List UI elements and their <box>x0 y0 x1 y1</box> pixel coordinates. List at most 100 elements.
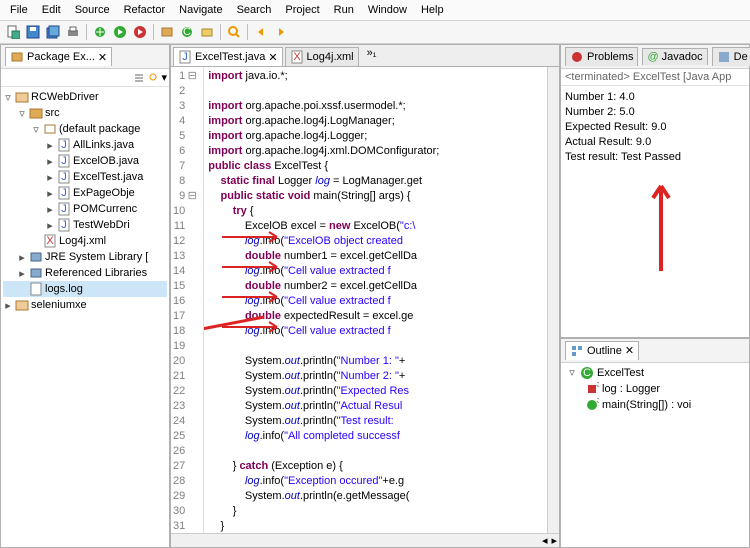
menu-bar: File Edit Source Refactor Navigate Searc… <box>0 0 750 21</box>
run-button[interactable] <box>111 23 129 41</box>
run-ext-button[interactable] <box>131 23 149 41</box>
outline-field[interactable]: SFlog : Logger <box>563 381 747 397</box>
outline-tab[interactable]: Outline ✕ <box>565 341 639 360</box>
line-gutter: 1⊟23456789⊟10111213141516171819202122232… <box>171 67 204 533</box>
file-icon <box>29 282 43 296</box>
src-folder[interactable]: ▿src <box>3 105 167 121</box>
java-icon: J <box>57 218 71 232</box>
editor-tab-exceltest[interactable]: J ExcelTest.java ✕ <box>173 47 283 66</box>
class-icon: C <box>580 366 594 380</box>
project-node[interactable]: ▸seleniumxe <box>3 297 167 313</box>
problems-tab[interactable]: Problems <box>565 47 638 66</box>
console-line: Expected Result: 9.0 <box>565 120 745 135</box>
debug-button[interactable] <box>91 23 109 41</box>
package-explorer-label: Package Ex... <box>27 51 95 63</box>
new-class-button[interactable]: C <box>178 23 196 41</box>
package-explorer-tab[interactable]: Package Ex... ✕ <box>5 47 112 66</box>
svg-text:X: X <box>46 235 54 247</box>
library-icon <box>29 266 43 280</box>
menu-navigate[interactable]: Navigate <box>173 2 228 18</box>
console-panel: Problems @Javadoc De <terminated> ExcelT… <box>560 44 750 338</box>
new-package-button[interactable] <box>158 23 176 41</box>
java-file[interactable]: ▸JTestWebDri <box>3 217 167 233</box>
search-button[interactable] <box>225 23 243 41</box>
svg-text:SF: SF <box>596 382 599 390</box>
open-type-button[interactable] <box>198 23 216 41</box>
package-icon <box>43 122 57 136</box>
menu-window[interactable]: Window <box>362 2 413 18</box>
menu-file[interactable]: File <box>4 2 34 18</box>
jre-library[interactable]: ▸JRE System Library [ <box>3 249 167 265</box>
close-icon[interactable]: ✕ <box>625 344 634 357</box>
java-icon: J <box>57 154 71 168</box>
link-editor-button[interactable] <box>147 71 159 84</box>
java-file[interactable]: ▸JExcelOB.java <box>3 153 167 169</box>
console-line: Actual Result: 9.0 <box>565 135 745 150</box>
java-icon: J <box>57 186 71 200</box>
editor-tab-log4j[interactable]: X Log4j.xml <box>285 47 359 66</box>
horizontal-scrollbar[interactable]: ◂▸ <box>171 533 559 547</box>
console-line: Number 1: 4.0 <box>565 90 745 105</box>
project-icon <box>15 298 29 312</box>
svg-text:J: J <box>61 187 67 199</box>
logs-file[interactable]: logs.log <box>3 281 167 297</box>
menu-help[interactable]: Help <box>415 2 450 18</box>
menu-edit[interactable]: Edit <box>36 2 67 18</box>
nav-back-button[interactable] <box>252 23 270 41</box>
right-column: Problems @Javadoc De <terminated> ExcelT… <box>560 44 750 548</box>
print-button[interactable] <box>64 23 82 41</box>
console-status: <terminated> ExcelTest [Java App <box>561 69 749 86</box>
svg-text:C: C <box>583 367 591 379</box>
default-package[interactable]: ▿(default package <box>3 121 167 137</box>
java-icon: J <box>178 50 192 64</box>
svg-text:J: J <box>61 155 67 167</box>
save-button[interactable] <box>24 23 42 41</box>
field-icon: SF <box>585 382 599 396</box>
workspace: Package Ex... ✕ ▾ ▿RCWebDriver ▿src ▿(de… <box>0 44 750 548</box>
xml-icon: X <box>43 234 57 248</box>
view-menu-button[interactable]: ▾ <box>161 71 167 84</box>
overview-ruler[interactable] <box>547 67 559 533</box>
javadoc-tab[interactable]: @Javadoc <box>642 48 707 65</box>
svg-text:J: J <box>61 139 67 151</box>
svg-text:J: J <box>182 51 188 63</box>
java-file[interactable]: ▸JPOMCurrenc <box>3 201 167 217</box>
menu-project[interactable]: Project <box>279 2 325 18</box>
outline-class[interactable]: ▿CExcelTest <box>563 365 747 381</box>
svg-text:J: J <box>61 171 67 183</box>
close-icon[interactable]: ✕ <box>98 51 107 64</box>
close-icon[interactable]: ✕ <box>268 51 277 64</box>
at-icon: @ <box>647 51 658 63</box>
menu-source[interactable]: Source <box>69 2 116 18</box>
java-file[interactable]: ▸JAllLinks.java <box>3 137 167 153</box>
console-line: Test result: Test Passed <box>565 150 745 165</box>
ref-libraries[interactable]: ▸Referenced Libraries <box>3 265 167 281</box>
more-tabs-icon[interactable]: »₁ <box>367 47 377 66</box>
outline-method[interactable]: Smain(String[]) : voi <box>563 397 747 413</box>
save-all-button[interactable] <box>44 23 62 41</box>
java-file[interactable]: ▸JExcelTest.java <box>3 169 167 185</box>
menu-search[interactable]: Search <box>231 2 278 18</box>
menu-run[interactable]: Run <box>328 2 360 18</box>
console-output[interactable]: Number 1: 4.0 Number 2: 5.0 Expected Res… <box>561 86 749 337</box>
annotation-arrow <box>641 176 681 276</box>
declaration-tab[interactable]: De <box>712 47 750 66</box>
nav-fwd-button[interactable] <box>272 23 290 41</box>
project-tree[interactable]: ▿RCWebDriver ▿src ▿(default package ▸JAl… <box>1 87 169 547</box>
xml-file[interactable]: XLog4j.xml <box>3 233 167 249</box>
library-icon <box>29 250 43 264</box>
menu-refactor[interactable]: Refactor <box>118 2 172 18</box>
editor-body[interactable]: 1⊟23456789⊟10111213141516171819202122232… <box>171 67 559 533</box>
collapse-all-button[interactable] <box>133 71 145 84</box>
code-area[interactable]: import java.io.*; import org.apache.poi.… <box>204 67 547 533</box>
java-icon: J <box>57 138 71 152</box>
decl-icon <box>717 50 731 64</box>
editor-panel: J ExcelTest.java ✕ X Log4j.xml »₁ 1⊟2345… <box>170 44 560 548</box>
outline-tree[interactable]: ▿CExcelTest SFlog : Logger Smain(String[… <box>561 363 749 547</box>
java-file[interactable]: ▸JExPageObje <box>3 185 167 201</box>
project-node[interactable]: ▿RCWebDriver <box>3 89 167 105</box>
toolbar: C <box>0 21 750 44</box>
new-button[interactable] <box>4 23 22 41</box>
svg-text:S: S <box>596 398 599 406</box>
svg-text:J: J <box>61 203 67 215</box>
